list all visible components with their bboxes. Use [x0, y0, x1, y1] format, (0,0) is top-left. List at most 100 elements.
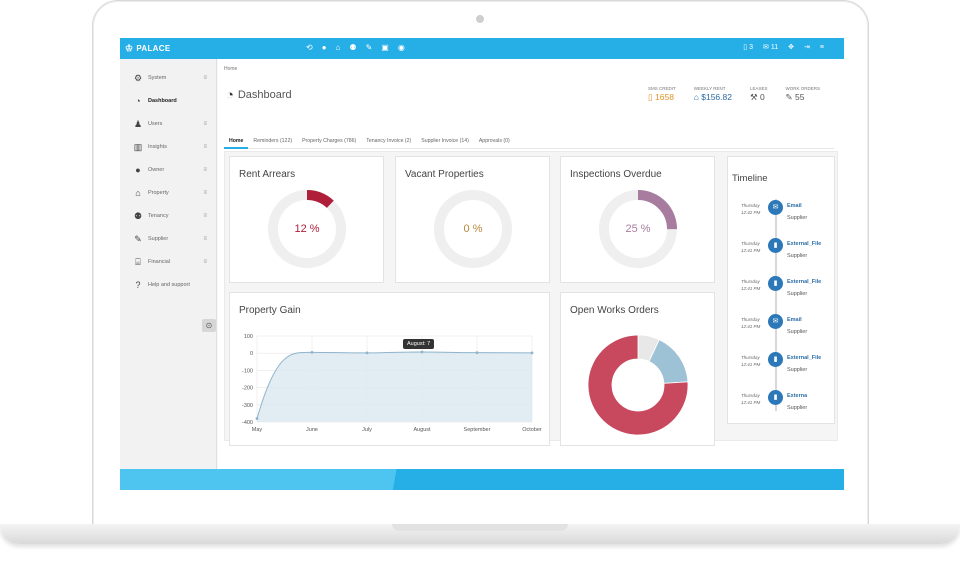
envelope-icon: ✉	[768, 200, 783, 215]
phone-icon: ▯	[647, 92, 653, 102]
vacant-properties-gauge: 0 %	[430, 186, 516, 272]
timeline-item-title[interactable]: Email	[787, 317, 802, 323]
timeline-item[interactable]: Thursday 12:41 PM ▮ Externa Supplier	[728, 389, 836, 425]
sidebar-item-system[interactable]: ⚙ System ≡	[131, 71, 211, 85]
file-icon: ▮	[768, 238, 783, 253]
home-panel: Rent Arrears 12 % Vacant Properties 0 % …	[224, 151, 838, 446]
documents-count: 3	[749, 43, 753, 51]
card-inspections-overdue[interactable]: Inspections Overdue 25 %	[560, 156, 715, 283]
webcam	[476, 15, 484, 23]
documents-button[interactable]: ▯ 3	[743, 43, 753, 52]
timeline-item[interactable]: Thursday 12:41 PM ✉ Email Supplier	[728, 313, 836, 349]
timeline-item-title[interactable]: Email	[787, 203, 802, 209]
refresh-icon[interactable]: ⟲	[306, 43, 313, 52]
y-tick-label: -300	[242, 403, 253, 409]
stat-value: 1658	[655, 92, 674, 102]
home-icon[interactable]: ⌂	[336, 43, 341, 52]
breadcrumb[interactable]: Home	[224, 66, 237, 72]
timeline-item-sub: Supplier	[787, 291, 808, 297]
gauge-label: 0 %	[463, 223, 483, 235]
sidebar-item-tenancy[interactable]: ⚉ Tenancy ≡	[131, 209, 211, 223]
card-property-gain[interactable]: Property Gain 100 0 -100 -200 -300 -400 May Jun…	[229, 292, 550, 446]
lock-icon[interactable]: ▣	[381, 43, 389, 52]
sidebar-item-dashboard[interactable]: ◔ Dashboard	[131, 94, 211, 108]
timeline-item-title[interactable]: External_File	[787, 241, 821, 247]
x-tick-label: May	[252, 427, 263, 433]
card-title: Rent Arrears	[239, 169, 296, 180]
wrench-icon[interactable]: ✎	[366, 43, 373, 52]
card-vacant-properties[interactable]: Vacant Properties 0 %	[395, 156, 550, 283]
stat-value: 0	[759, 92, 765, 102]
stat-leases[interactable]: LEASES ⚒ 0	[750, 86, 768, 103]
expand-icon[interactable]: ✥	[788, 43, 794, 51]
timeline-item[interactable]: Thursday 12:41 PM ▮ External_File Suppli…	[728, 237, 836, 273]
card-open-works-orders[interactable]: Open Works Orders	[560, 292, 715, 446]
property-gain-chart: 100 0 -100 -200 -300 -400May June July August Sep…	[242, 334, 542, 433]
tab-reminders[interactable]: Reminders (122)	[248, 135, 297, 149]
person-icon: ♟	[133, 118, 143, 129]
x-tick-label: June	[306, 427, 318, 433]
stat-label: LEASES	[749, 86, 768, 91]
data-point[interactable]	[475, 351, 479, 355]
timeline-item-title[interactable]: External_File	[787, 355, 821, 361]
logout-icon[interactable]: ⇥	[804, 43, 810, 51]
timeline-item-title[interactable]: Externa	[787, 393, 807, 399]
sidebar-item-insights[interactable]: ▥ Insights ≡	[131, 140, 211, 154]
menu-icon[interactable]: ≡	[820, 44, 824, 51]
brand-logo[interactable]: ♔ PALACE	[125, 43, 170, 54]
mail-button[interactable]: ✉ 11	[763, 43, 778, 52]
data-point[interactable]	[310, 350, 314, 354]
data-point[interactable]	[365, 351, 369, 355]
chart-icon: ▥	[133, 141, 143, 152]
timeline-time: 12:41 PM	[741, 324, 761, 329]
top-icon-group: ⟲ ● ⌂ ⚉ ✎ ▣ ◉	[306, 43, 405, 52]
open-works-orders-donut	[587, 334, 689, 436]
timeline-item[interactable]: Thursday 12:41 PM ▮ External_File Suppli…	[728, 275, 836, 311]
timeline-item-sub: Supplier	[787, 405, 808, 411]
stat-sms-credit[interactable]: SMS CREDIT ▯ 1658	[648, 86, 676, 103]
stat-work-orders[interactable]: WORK ORDERS ✎ 55	[785, 86, 820, 103]
timeline-item[interactable]: Thursday 12:42 PM ✉ Email Supplier	[728, 199, 836, 235]
card-rent-arrears[interactable]: Rent Arrears 12 %	[229, 156, 384, 283]
sidebar-collapse-button[interactable]: ⊙	[202, 319, 216, 332]
sidebar-item-label: Property	[148, 190, 169, 196]
timeline-item-sub: Supplier	[787, 215, 808, 221]
sidebar-item-financial[interactable]: ⌸ Financial ≡	[131, 255, 211, 269]
group-icon[interactable]: ⚉	[349, 43, 356, 52]
timeline-item[interactable]: Thursday 12:41 PM ▮ External_File Suppli…	[728, 351, 836, 387]
tab-bar: Home Reminders (122) Property Charges (7…	[224, 135, 834, 149]
wrench-icon: ✎	[785, 92, 793, 102]
document-icon: ▯	[743, 44, 748, 51]
data-point[interactable]	[255, 417, 259, 420]
top-right-icons: ▯ 3 ✉ 11 ✥ ⇥ ≡	[743, 43, 824, 52]
brand-name: PALACE	[136, 44, 171, 53]
card-title: Property Gain	[239, 305, 301, 316]
data-point[interactable]	[420, 350, 424, 354]
gauge-label: 25 %	[625, 223, 651, 235]
y-tick-label: 0	[250, 351, 253, 357]
inspections-overdue-gauge: 25 %	[595, 186, 681, 272]
stat-weekly-rent[interactable]: WEEKLY RENT ⌂ $156.82	[694, 86, 732, 103]
timeline-panel: Timeline Thursday 12:42 PM ✉ Email Suppl…	[727, 156, 835, 424]
tab-property-charges[interactable]: Property Charges (786)	[297, 135, 361, 149]
rent-arrears-gauge: 12 %	[264, 186, 350, 272]
tab-supplier-invoice[interactable]: Supplier Invoice (14)	[416, 135, 474, 149]
page-title: ◔ Dashboard	[226, 87, 292, 102]
sidebar-item-label: Tenancy	[148, 213, 169, 219]
sidebar-item-help[interactable]: ? Help and support	[131, 278, 211, 292]
sidebar-item-owner[interactable]: ● Owner ≡	[131, 163, 211, 177]
timeline-item-title[interactable]: External_File	[787, 279, 821, 285]
tab-home[interactable]: Home	[224, 135, 249, 149]
sidebar-item-supplier[interactable]: ✎ Supplier ≡	[131, 232, 211, 246]
data-point[interactable]	[530, 351, 534, 355]
tab-tenancy-invoice[interactable]: Tenancy Invoice (2)	[361, 135, 416, 149]
sidebar-item-property[interactable]: ⌂ Property ≡	[131, 186, 211, 200]
timeline-day: Thursday	[741, 355, 760, 360]
expand-arrow-icon: ≡	[203, 259, 207, 265]
user-icon[interactable]: ●	[322, 43, 327, 52]
eye-icon[interactable]: ◉	[398, 43, 405, 52]
timeline-time: 12:41 PM	[741, 248, 761, 253]
timeline-item-sub: Supplier	[787, 329, 808, 335]
tab-approvals[interactable]: Approvals (0)	[474, 135, 515, 149]
sidebar-item-users[interactable]: ♟ Users ≡	[131, 117, 211, 131]
